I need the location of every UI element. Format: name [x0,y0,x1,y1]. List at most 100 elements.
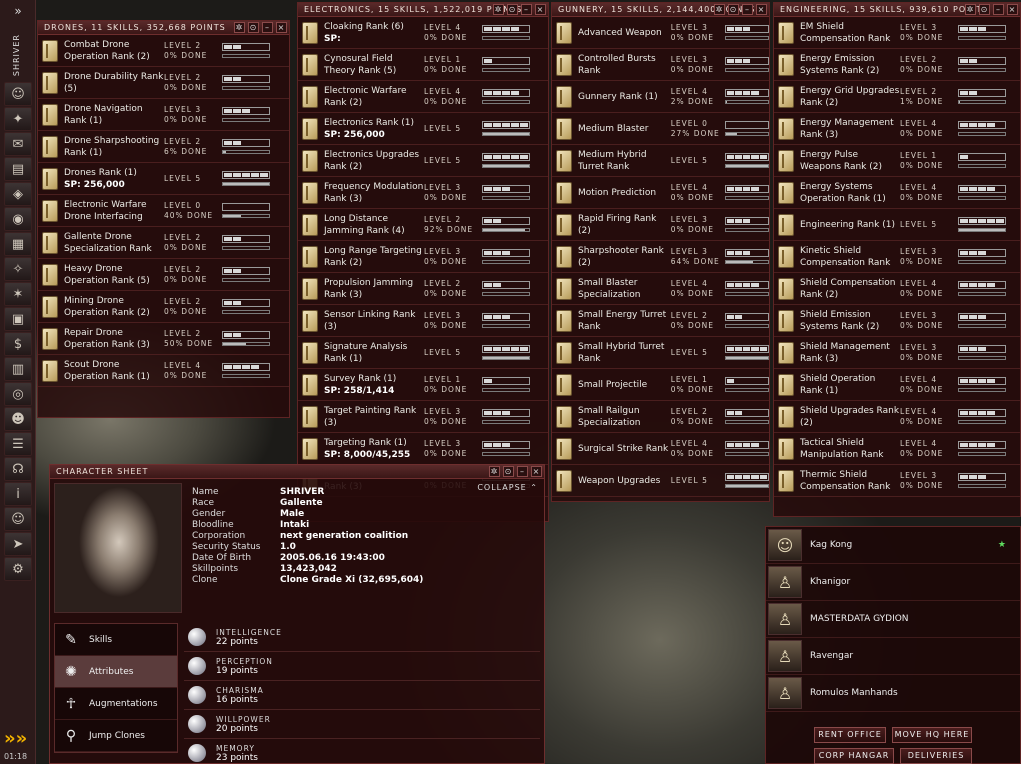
skill-row[interactable]: Drone Durability Rank (5) LEVEL 2 0% DONE [38,67,289,99]
skill-row[interactable]: Electronic Warfare Rank (2) LEVEL 4 0% DON… [298,81,548,113]
skill-row[interactable]: Sharpshooter Rank (2) LEVEL 3 64% DONE [552,241,769,273]
people-icon[interactable]: ☻ [4,407,32,432]
skill-row[interactable]: Motion Prediction LEVEL 4 0% DONE [552,177,769,209]
skill-row[interactable]: Survey Rank (1) SP: 258/1,414 LEVEL 1 0% DO… [298,369,548,401]
skill-row[interactable]: Propulsion Jamming Rank (3) LEVEL 2 0% DON… [298,273,548,305]
skill-row[interactable]: Heavy Drone Operation Rank (5) LEVEL 2 0% … [38,259,289,291]
member-row[interactable]: ♙ Khanigor [766,564,1020,601]
assets-icon[interactable]: ▦ [4,232,32,257]
corp-hangar-button[interactable]: CORP HANGAR [814,748,894,764]
skill-row[interactable]: Shield Operation Rank (1) LEVEL 4 0% DONE [774,369,1020,401]
nav-item-augmentations[interactable]: ☥ Augmentations [55,688,177,720]
skill-row[interactable]: Electronics Rank (1) SP: 256,000 LEVEL 5 [298,113,548,145]
nav-item-attributes[interactable]: ✺ Attributes [55,656,177,688]
skill-row[interactable]: Small Hybrid Turret Rank LEVEL 5 [552,337,769,369]
pin-icon[interactable]: ✲ [493,4,504,15]
minimize-icon[interactable]: – [742,4,753,15]
close-icon[interactable]: × [756,4,767,15]
options-icon[interactable]: ⊙ [248,22,259,33]
nav-item-skills[interactable]: ✎ Skills [55,624,177,656]
member-row[interactable]: ♙ MASTERDATA GYDION [766,601,1020,638]
skill-row[interactable]: Weapon Upgrades LEVEL 5 [552,465,769,497]
notepad-icon[interactable]: ▤ [4,157,32,182]
skill-row[interactable]: Small Projectile LEVEL 1 0% DONE [552,369,769,401]
options-icon[interactable]: ⊙ [507,4,518,15]
minimize-icon[interactable]: – [993,4,1004,15]
pin-icon[interactable]: ✲ [489,466,500,477]
close-icon[interactable]: × [276,22,287,33]
skill-row[interactable]: Drone Navigation Rank (1) LEVEL 3 0% DONE [38,99,289,131]
journal-icon[interactable]: ☰ [4,432,32,457]
skill-row[interactable]: Electronic Warfare Drone Interfacing LEVE… [38,195,289,227]
skill-row[interactable]: Drones Rank (1) SP: 256,000 LEVEL 5 [38,163,289,195]
skill-row[interactable]: Long Range Targeting Rank (2) LEVEL 3 0% D… [298,241,548,273]
skill-row[interactable]: Targeting Rank (1) SP: 8,000/45,255 LEVEL … [298,433,548,465]
skill-row[interactable]: Sensor Linking Rank (3) LEVEL 3 0% DONE [298,305,548,337]
skill-row[interactable]: Shield Upgrades Rank (2) LEVEL 4 0% DONE [774,401,1020,433]
skills-icon[interactable]: ✦ [4,107,32,132]
skill-row[interactable]: Shield Emission Systems Rank (2) LEVEL 30… [774,305,1020,337]
rent-office-button[interactable]: RENT OFFICE [814,727,886,743]
skill-row[interactable]: Energy Pulse Weapons Rank (2) LEVEL 1 0% D… [774,145,1020,177]
skill-row[interactable]: Energy Grid Upgrades Rank (2) LEVEL 2 1% D… [774,81,1020,113]
skill-row[interactable]: Medium Blaster LEVEL 0 27% DONE [552,113,769,145]
pin-icon[interactable]: ✲ [234,22,245,33]
mail-icon[interactable]: ✉ [4,132,32,157]
skill-row[interactable]: Small Blaster Specialization LEVEL 4 0% DO… [552,273,769,305]
market-icon[interactable]: ✧ [4,257,32,282]
skill-row[interactable]: Gallente Drone Specialization Rank LEVEL … [38,227,289,259]
skill-row[interactable]: Electronics Upgrades Rank (2) LEVEL 5 [298,145,548,177]
skill-row[interactable]: Small Energy Turret Rank LEVEL 2 0% DONE [552,305,769,337]
skill-row[interactable]: Gunnery Rank (1) LEVEL 4 2% DONE [552,81,769,113]
character-icon[interactable]: ☺ [4,82,32,107]
options-icon[interactable]: ⊙ [503,466,514,477]
tools-icon[interactable]: ⚙ [4,557,32,582]
minimize-icon[interactable]: – [521,4,532,15]
skill-row[interactable]: Drone Sharpshooting Rank (1) LEVEL 2 6% DO… [38,131,289,163]
member-row[interactable]: ♙ Ravengar [766,638,1020,675]
map-icon[interactable]: ◉ [4,207,32,232]
skill-row[interactable]: Shield Management Rank (3) LEVEL 3 0% DONE [774,337,1020,369]
options-icon[interactable]: ⊙ [979,4,990,15]
skill-row[interactable]: EM Shield Compensation Rank LEVEL 3 0% DON… [774,17,1020,49]
pin-icon[interactable]: ✲ [714,4,725,15]
skill-row[interactable]: Kinetic Shield Compensation Rank LEVEL 30… [774,241,1020,273]
skill-row[interactable]: Advanced Weapon LEVEL 3 0% DONE [552,17,769,49]
skill-row[interactable]: Controlled Bursts Rank LEVEL 3 0% DONE [552,49,769,81]
skill-row[interactable]: Scout Drone Operation Rank (1) LEVEL 4 0% … [38,355,289,387]
skill-row[interactable]: Cynosural Field Theory Rank (5) LEVEL 1 0%… [298,49,548,81]
skill-row[interactable]: Combat Drone Operation Rank (2) LEVEL 2 0%… [38,35,289,67]
close-icon[interactable]: × [535,4,546,15]
starmap-icon[interactable]: ✶ [4,282,32,307]
member-row[interactable]: ☺ Kag Kong ★ [766,527,1020,564]
undock-arrows-icon[interactable]: »» [4,728,27,749]
skill-row[interactable]: Target Painting Rank (3) LEVEL 3 0% DONE [298,401,548,433]
calculator-icon[interactable]: ▥ [4,357,32,382]
skill-row[interactable]: Cloaking Rank (6) SP: LEVEL 4 0% DONE [298,17,548,49]
skill-row[interactable]: Shield Compensation Rank (2) LEVEL 4 0% DO… [774,273,1020,305]
ship-icon[interactable]: ➤ [4,532,32,557]
skill-row[interactable]: Surgical Strike Rank LEVEL 4 0% DONE [552,433,769,465]
skill-row[interactable]: Mining Drone Operation Rank (2) LEVEL 2 0%… [38,291,289,323]
skill-row[interactable]: Long Distance Jamming Rank (4) LEVEL 2 92%… [298,209,548,241]
move-hq-button[interactable]: MOVE HQ HERE [892,727,972,743]
pin-icon[interactable]: ✲ [965,4,976,15]
skill-row[interactable]: Frequency Modulation Rank (3) LEVEL 3 0% D… [298,177,548,209]
portrait-icon[interactable]: ☺ [4,507,32,532]
headset-icon[interactable]: ☊ [4,457,32,482]
skill-row[interactable]: Energy Systems Operation Rank (1) LEVEL 4… [774,177,1020,209]
info-icon[interactable]: i [4,482,32,507]
skill-row[interactable]: Tactical Shield Manipulation Rank LEVEL 4… [774,433,1020,465]
deliveries-button[interactable]: DELIVERIES [900,748,972,764]
member-row[interactable]: ♙ Romulos Manhands [766,675,1020,712]
skill-row[interactable]: Energy Emission Systems Rank (2) LEVEL 20… [774,49,1020,81]
skill-row[interactable]: Energy Management Rank (3) LEVEL 4 0% DONE [774,113,1020,145]
skill-row[interactable]: Signature Analysis Rank (1) LEVEL 5 [298,337,548,369]
close-icon[interactable]: × [531,466,542,477]
expand-icon[interactable]: » [4,4,32,24]
skill-row[interactable]: Repair Drone Operation Rank (3) LEVEL 2 50… [38,323,289,355]
nav-item-jump-clones[interactable]: ⚲ Jump Clones [55,720,177,752]
skill-row[interactable]: Engineering Rank (1) LEVEL 5 [774,209,1020,241]
cargo-icon[interactable]: ▣ [4,307,32,332]
close-icon[interactable]: × [1007,4,1018,15]
